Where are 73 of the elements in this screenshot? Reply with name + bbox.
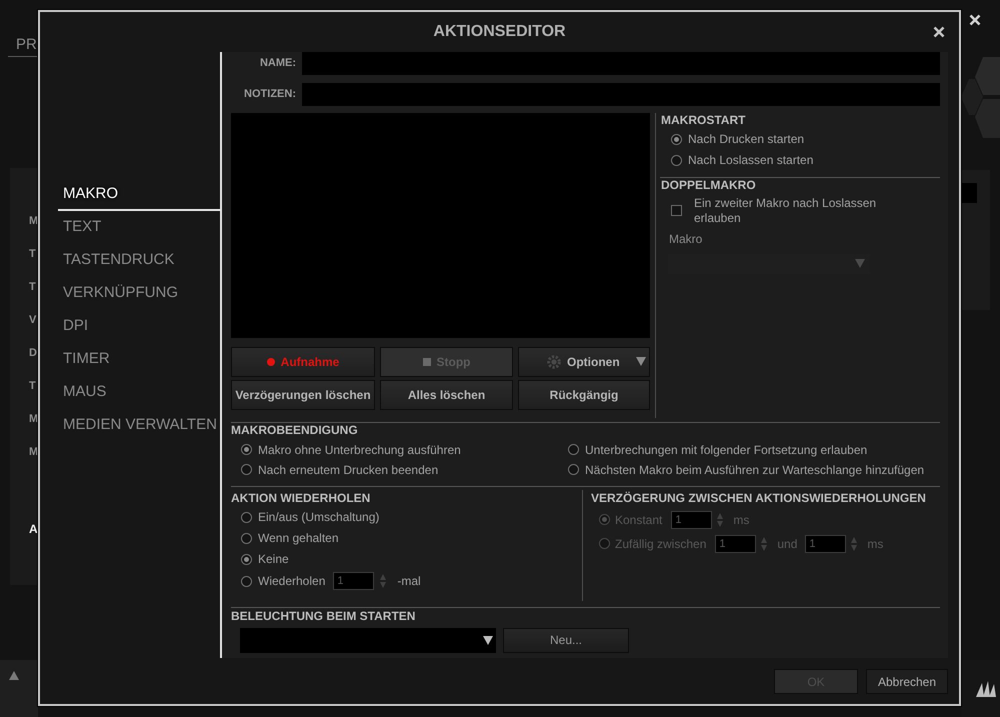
cropped-label: T	[29, 280, 36, 295]
gear-icon	[547, 354, 561, 369]
number-field[interactable]: 1	[333, 572, 374, 590]
close-icon[interactable]	[969, 14, 981, 26]
dropdown-label: Makro	[668, 232, 704, 246]
toolbar-button[interactable]: Rückgängig	[518, 380, 650, 410]
radio-label: Makro ohne Unterbrechung ausführen	[258, 442, 461, 457]
unit-label: und	[777, 536, 798, 551]
field-label: NOTIZEN:	[243, 88, 296, 100]
cropped-label: D	[29, 346, 37, 361]
sidebar-item[interactable]: TASTENDRUCK	[58, 244, 220, 277]
text-field[interactable]	[302, 52, 940, 75]
cropped-label: V	[29, 313, 36, 328]
checkbox[interactable]	[671, 205, 682, 216]
caret-down-icon	[483, 636, 493, 645]
close-icon[interactable]	[933, 26, 945, 38]
sidebar-item[interactable]: TEXT	[58, 210, 220, 244]
new-button[interactable]: Neu...	[503, 628, 629, 653]
radio-label: Konstant	[615, 512, 662, 527]
stop-square-icon	[422, 358, 430, 366]
toolbar-button[interactable]: Alles löschen	[380, 380, 513, 410]
radio-button[interactable]	[671, 154, 682, 166]
section-heading: BELEUCHTUNG BEIM STARTEN	[231, 608, 416, 623]
radio-label: Keine	[258, 552, 289, 566]
radio-label: Zufällig zwischen	[615, 536, 706, 551]
cropped-label: T	[29, 379, 36, 394]
radio-label: Nach erneutem Drucken beenden	[258, 462, 438, 477]
text-field[interactable]	[302, 82, 940, 106]
radio-label: Ein/aus (Umschaltung)	[258, 510, 380, 524]
radio-label: Nach Drucken starten	[688, 132, 804, 146]
radio-label: Wiederholen	[258, 574, 326, 588]
section-heading: VERZÖGERUNG ZWISCHEN AKTIONSWIEDERHOLUNGEN	[591, 490, 927, 505]
sidebar-item[interactable]: DPI	[58, 310, 220, 343]
unit-label: ms	[867, 536, 884, 551]
record-dot-icon	[266, 358, 275, 366]
radio-button[interactable]	[241, 532, 252, 544]
caret-down-icon	[855, 259, 865, 268]
sidebar-item[interactable]: MEDIEN VERWALTEN	[58, 408, 220, 442]
text-field[interactable]	[962, 183, 977, 203]
unit-label: ms	[733, 512, 750, 527]
radio-button[interactable]	[241, 554, 252, 565]
window-title: AKTIONSEDITOR	[433, 22, 566, 41]
options-dropdown-button[interactable]: Optionen	[518, 346, 650, 377]
cropped-label: A	[29, 521, 38, 538]
cropped-label: T	[29, 247, 36, 262]
unit-label: -mal	[397, 574, 421, 588]
radio-button[interactable]	[241, 576, 252, 587]
dropdown-field[interactable]	[240, 628, 496, 653]
sidebar-item[interactable]: TIMER	[58, 342, 220, 376]
toolbar-button[interactable]: Verzögerungen löschen	[231, 380, 375, 410]
sails-logo-icon	[976, 681, 996, 697]
sidebar-item[interactable]: MAUS	[58, 376, 220, 409]
section-heading: MAKROSTART	[661, 112, 746, 127]
radio-label: Unterbrechungen mit folgender Fortsetzung erlauben	[585, 442, 868, 457]
radio-button[interactable]	[241, 464, 252, 476]
dialog-button[interactable]: Abbrechen	[866, 669, 948, 694]
radio-button[interactable]	[241, 444, 252, 456]
toolbar-button[interactable]: Aufnahme	[231, 346, 375, 377]
radio-button[interactable]	[671, 134, 682, 145]
checkbox-label: Ein zweiter Makro nach Loslassen erlauben	[694, 196, 878, 226]
radio-button[interactable]	[568, 444, 579, 456]
section-heading: AKTION WIEDERHOLEN	[231, 490, 372, 505]
radio-button[interactable]	[568, 464, 579, 476]
radio-button[interactable]	[241, 512, 252, 523]
caret-up-icon[interactable]	[9, 671, 19, 680]
sidebar-item[interactable]: VERKNÜPFUNG	[58, 276, 220, 310]
radio-label: Wenn gehalten	[258, 531, 339, 546]
section-heading: MAKROBEENDIGUNG	[231, 422, 359, 437]
radio-label: Nach Loslassen starten	[688, 153, 814, 168]
field-label: NAME:	[258, 57, 296, 70]
caret-down-icon	[636, 357, 646, 366]
section-heading: DOPPELMAKRO	[661, 178, 757, 192]
radio-label: Nächsten Makro beim Ausführen zur Warteschlange hinzufügen	[585, 462, 924, 477]
